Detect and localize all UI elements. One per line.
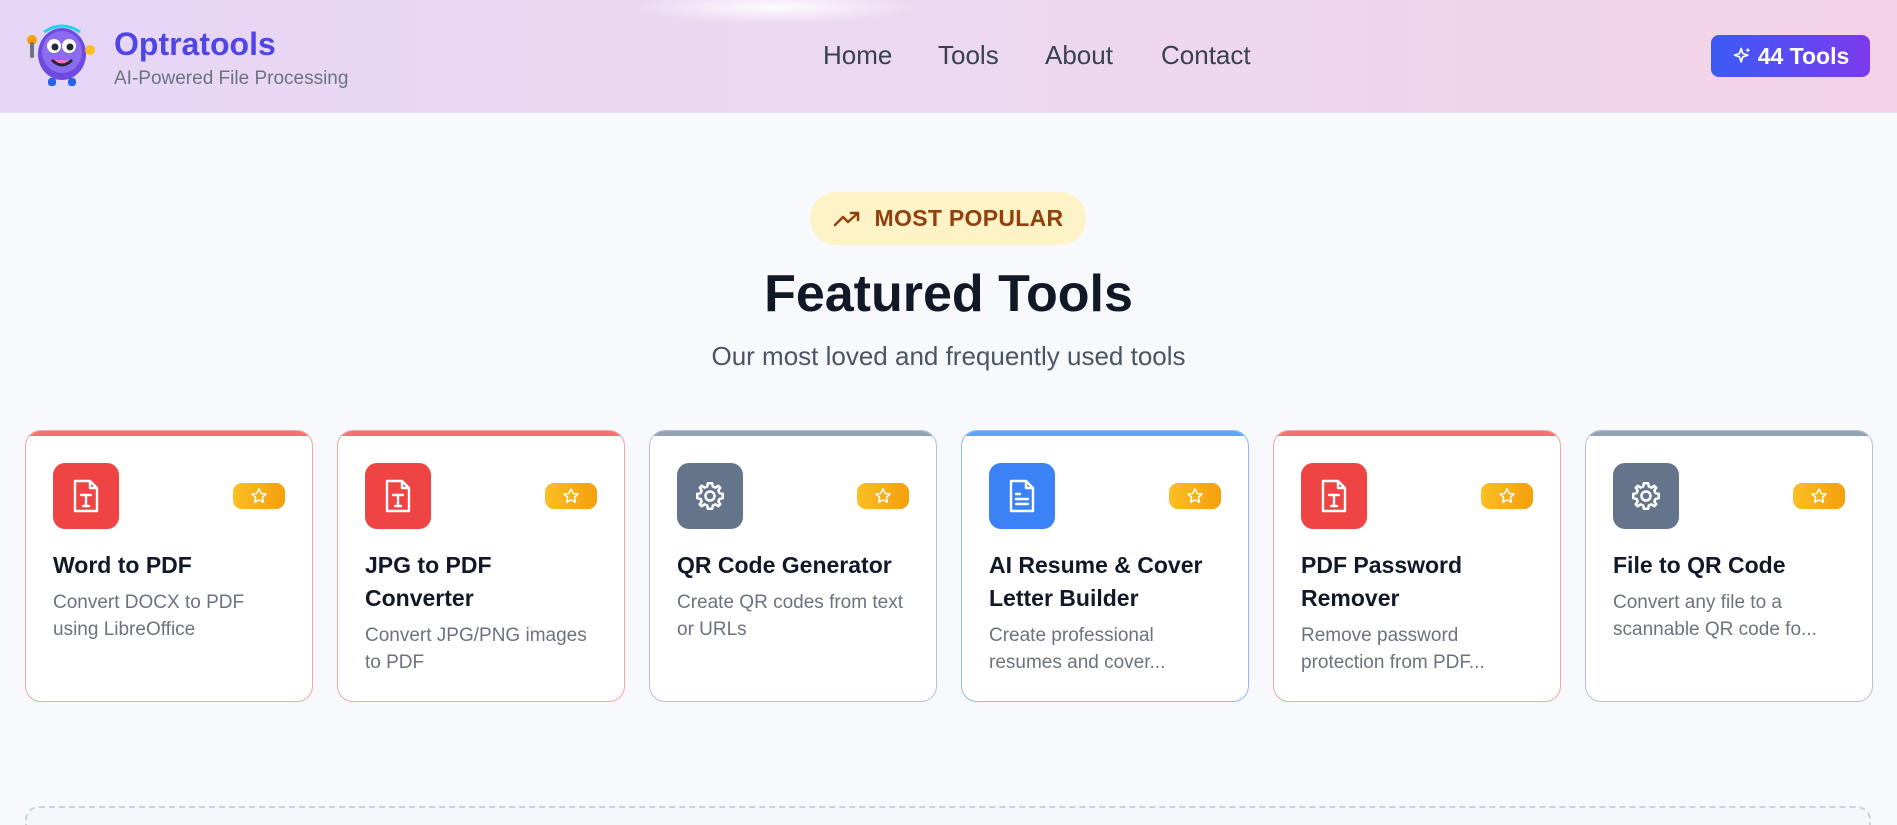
star-icon bbox=[875, 488, 891, 504]
card-title: PDF Password Remover bbox=[1301, 552, 1463, 611]
file-type-icon bbox=[73, 479, 99, 513]
tool-card-jpg-to-pdf[interactable]: JPG to PDF Converter Convert JPG/PNG ima… bbox=[337, 430, 625, 702]
most-popular-label: MOST POPULAR bbox=[874, 205, 1064, 231]
featured-star-badge bbox=[1169, 483, 1221, 509]
most-popular-badge: MOST POPULAR bbox=[810, 192, 1086, 245]
card-description: Remove password protection from PDF... bbox=[1301, 625, 1485, 673]
card-accent-bar bbox=[1274, 431, 1560, 436]
card-title: Word to PDF bbox=[53, 552, 192, 578]
section-title: Featured Tools bbox=[764, 265, 1133, 323]
card-title: File to QR Code bbox=[1613, 552, 1786, 578]
featured-star-badge bbox=[1481, 483, 1533, 509]
nav-contact-link[interactable]: Contact bbox=[1161, 40, 1251, 71]
mascot-icon bbox=[27, 24, 95, 86]
card-title: QR Code Generator bbox=[677, 552, 892, 578]
card-icon-box bbox=[989, 463, 1055, 529]
card-icon-box bbox=[365, 463, 431, 529]
card-description: Convert JPG/PNG images to PDF bbox=[365, 625, 587, 673]
card-description: Convert DOCX to PDF using LibreOffice bbox=[53, 592, 245, 640]
tool-card-qr-code-generator[interactable]: QR Code Generator Create QR codes from t… bbox=[649, 430, 937, 702]
tool-card-file-to-qr-code[interactable]: File to QR Code Convert any file to a sc… bbox=[1585, 430, 1873, 702]
card-title: AI Resume & Cover Letter Builder bbox=[989, 552, 1203, 611]
section-subtitle: Our most loved and frequently used tools bbox=[711, 341, 1186, 371]
featured-star-badge bbox=[233, 483, 285, 509]
tools-count-label: 44 Tools bbox=[1757, 42, 1850, 69]
tool-card-ai-resume-builder[interactable]: AI Resume & Cover Letter Builder Create … bbox=[961, 430, 1249, 702]
featured-star-badge bbox=[1793, 483, 1845, 509]
card-description: Create professional resumes and cover... bbox=[989, 625, 1166, 673]
star-icon bbox=[1811, 488, 1827, 504]
card-accent-bar bbox=[962, 431, 1248, 436]
file-type-icon bbox=[385, 479, 411, 513]
brand-tagline: AI-Powered File Processing bbox=[114, 68, 349, 89]
card-title: JPG to PDF Converter bbox=[365, 552, 492, 611]
file-type-icon bbox=[1321, 479, 1347, 513]
sparkles-icon bbox=[1733, 47, 1751, 63]
tool-card-word-to-pdf[interactable]: Word to PDF Convert DOCX to PDF using Li… bbox=[25, 430, 313, 702]
card-accent-bar bbox=[338, 431, 624, 436]
brand-logo[interactable] bbox=[24, 22, 96, 88]
document-icon bbox=[1009, 479, 1035, 513]
card-description: Create QR codes from text or URLs bbox=[677, 592, 903, 640]
nav-tools-link[interactable]: Tools bbox=[938, 40, 999, 71]
star-icon bbox=[251, 488, 267, 504]
featured-star-badge bbox=[857, 483, 909, 509]
tools-count-button[interactable]: 44 Tools bbox=[1711, 35, 1870, 77]
tool-card-pdf-password-remover[interactable]: PDF Password Remover Remove password pro… bbox=[1273, 430, 1561, 702]
trending-up-icon bbox=[833, 211, 859, 226]
nav-about-link[interactable]: About bbox=[1045, 40, 1113, 71]
upload-dropzone[interactable] bbox=[25, 806, 1871, 825]
card-icon-box bbox=[1613, 463, 1679, 529]
star-icon bbox=[1187, 488, 1203, 504]
nav-home-link[interactable]: Home bbox=[823, 40, 892, 71]
gear-icon bbox=[695, 481, 725, 511]
site-header: Optratools AI-Powered File Processing Ho… bbox=[0, 0, 1897, 113]
card-icon-box bbox=[677, 463, 743, 529]
card-accent-bar bbox=[650, 431, 936, 436]
card-icon-box bbox=[1301, 463, 1367, 529]
gear-icon bbox=[1631, 481, 1661, 511]
star-icon bbox=[1499, 488, 1515, 504]
card-accent-bar bbox=[1586, 431, 1872, 436]
card-accent-bar bbox=[26, 431, 312, 436]
card-description: Convert any file to a scannable QR code … bbox=[1613, 592, 1817, 640]
featured-star-badge bbox=[545, 483, 597, 509]
brand-name[interactable]: Optratools bbox=[114, 26, 276, 63]
card-icon-box bbox=[53, 463, 119, 529]
star-icon bbox=[563, 488, 579, 504]
header-glow bbox=[630, 0, 920, 24]
